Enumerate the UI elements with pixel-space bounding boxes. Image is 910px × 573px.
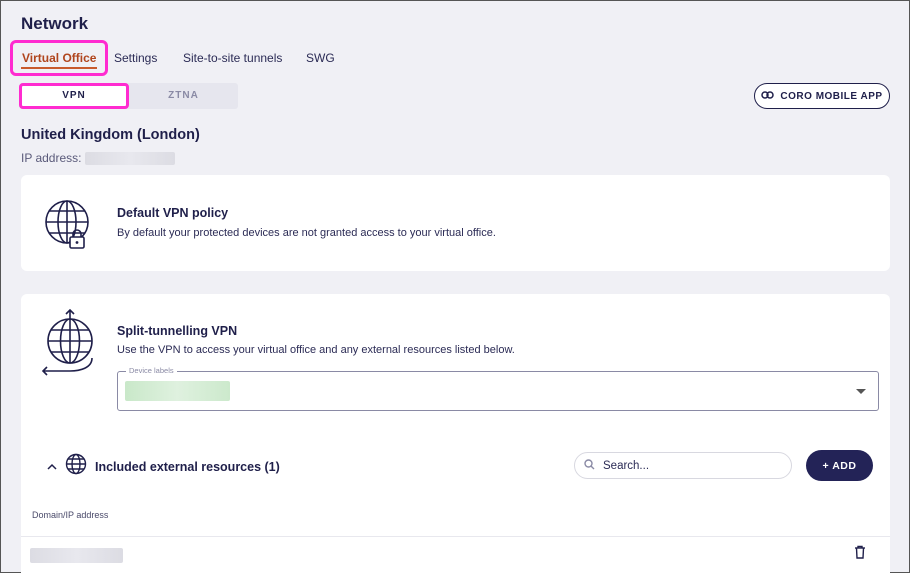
coro-mobile-app-button[interactable]: CORO MOBILE APP: [754, 83, 890, 109]
ip-address-row: IP address:: [21, 151, 176, 165]
device-labels-value-redacted: [125, 381, 230, 401]
search-input[interactable]: [603, 459, 773, 472]
split-tunnelling-card: Split-tunnelling VPN Use the VPN to acce…: [21, 294, 890, 573]
globe-icon: [65, 453, 87, 480]
table-row-domain-redacted: [30, 548, 123, 563]
plus-icon: +: [822, 459, 830, 472]
device-labels-label: Device labels: [126, 366, 177, 375]
active-tab-underline: [21, 67, 98, 69]
ip-address-value-redacted: [85, 151, 176, 165]
domain-ip-column-header: Domain/IP address: [32, 510, 109, 520]
tab-settings[interactable]: Settings: [114, 40, 157, 76]
tab-label: Virtual Office: [22, 51, 97, 65]
search-icon: [584, 457, 595, 475]
add-button-label: ADD: [832, 459, 857, 472]
coro-mobile-app-label: CORO MOBILE APP: [780, 90, 883, 102]
default-vpn-policy-description: By default your protected devices are no…: [117, 227, 496, 239]
page-title: Network: [21, 14, 89, 33]
tab-virtual-office[interactable]: Virtual Office: [10, 40, 109, 76]
ztna-toggle-button[interactable]: ZTNA: [129, 83, 238, 109]
tab-site-to-site-tunnels[interactable]: Site-to-site tunnels: [183, 40, 282, 76]
chevron-up-icon[interactable]: [47, 458, 57, 476]
split-tunnelling-description: Use the VPN to access your virtual offic…: [117, 344, 515, 356]
default-vpn-policy-title: Default VPN policy: [117, 206, 229, 220]
included-resources-title: Included external resources (1): [95, 459, 280, 474]
globe-arrow-icon: [40, 308, 96, 381]
trash-icon[interactable]: [854, 545, 866, 564]
tab-swg[interactable]: SWG: [306, 40, 335, 76]
link-icon: [761, 90, 775, 103]
chevron-down-icon: [856, 389, 866, 394]
tab-label: Site-to-site tunnels: [183, 51, 283, 65]
device-labels-select[interactable]: Device labels: [117, 366, 879, 411]
tab-label: SWG: [306, 51, 335, 65]
location-name: United Kingdom (London): [21, 127, 200, 143]
resources-search[interactable]: [574, 452, 792, 479]
included-resources-header[interactable]: Included external resources (1): [47, 453, 280, 480]
globe-lock-icon: [44, 199, 92, 256]
vpn-toggle-button[interactable]: VPN: [19, 83, 129, 109]
add-resource-button[interactable]: + ADD: [806, 450, 873, 481]
table-divider: [21, 536, 890, 537]
tab-label: Settings: [114, 51, 158, 65]
split-tunnelling-title: Split-tunnelling VPN: [117, 324, 238, 338]
default-vpn-policy-card: Default VPN policy By default your prote…: [21, 175, 890, 271]
vpn-ztna-toggle: VPN ZTNA: [19, 83, 238, 109]
ip-address-label: IP address:: [21, 151, 82, 165]
